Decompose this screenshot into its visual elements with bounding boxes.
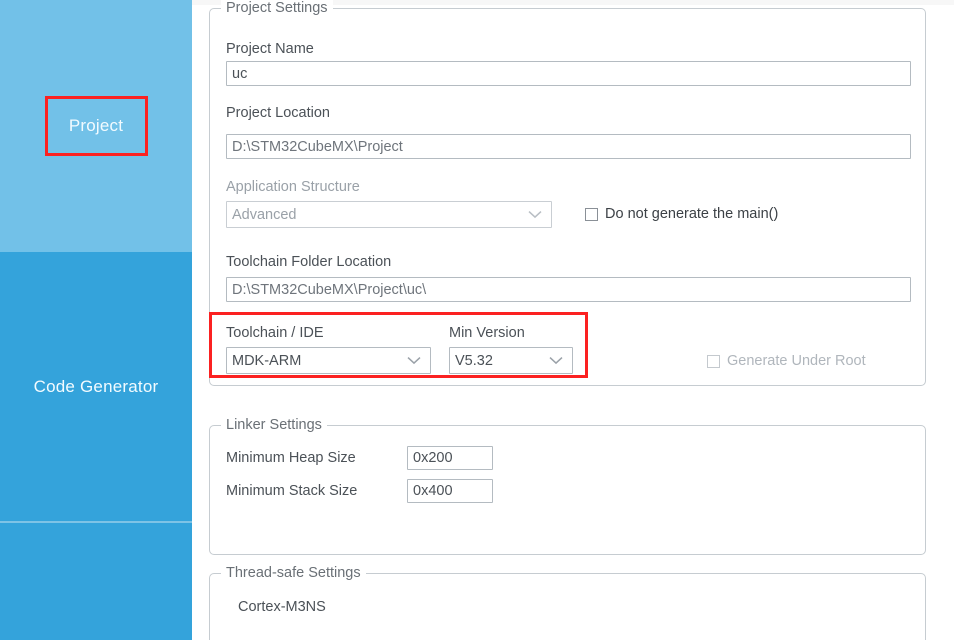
thread-safe-settings-group-title: Thread-safe Settings — [221, 565, 366, 581]
toolchain-folder-location-label: Toolchain Folder Location — [226, 254, 392, 270]
generate-under-root-checkbox: Generate Under Root — [707, 353, 866, 369]
minimum-heap-size-label: Minimum Heap Size — [226, 450, 356, 466]
linker-settings-group: Linker Settings Minimum Heap Size 0x200 … — [209, 417, 926, 555]
thread-safe-core-label: Cortex-M3NS — [238, 599, 326, 615]
chevron-down-icon — [528, 210, 542, 219]
application-structure-dropdown[interactable]: Advanced — [226, 201, 552, 228]
toolchain-folder-location-input[interactable]: D:\STM32CubeMX\Project\uc\ — [226, 277, 911, 302]
checkbox-box — [707, 354, 720, 368]
project-settings-group-title: Project Settings — [221, 0, 333, 16]
project-name-input[interactable]: uc — [226, 61, 911, 86]
toolchain-ide-value: MDK-ARM — [232, 352, 302, 369]
content-panel: Project Settings Project Name uc Project… — [192, 0, 954, 640]
do-not-generate-main-checkbox[interactable]: Do not generate the main() — [585, 206, 778, 222]
chevron-down-icon — [407, 356, 421, 365]
sidebar-item-project-label: Project — [68, 116, 124, 135]
toolchain-ide-dropdown[interactable]: MDK-ARM — [226, 347, 431, 374]
project-settings-group: Project Settings Project Name uc Project… — [209, 0, 926, 386]
linker-settings-group-title: Linker Settings — [221, 417, 327, 433]
sidebar-item-code-generator[interactable]: Code Generator — [0, 252, 192, 522]
checkbox-box — [585, 207, 598, 221]
application-structure-value: Advanced — [232, 206, 297, 223]
minimum-stack-size-label: Minimum Stack Size — [226, 483, 358, 499]
project-settings-screen: Project Code Generator Project Settings … — [0, 0, 954, 640]
min-version-label: Min Version — [449, 325, 525, 341]
minimum-stack-size-input[interactable]: 0x400 — [407, 479, 493, 503]
thread-safe-settings-group: Thread-safe Settings Cortex-M3NS — [209, 565, 926, 640]
minimum-heap-size-input[interactable]: 0x200 — [407, 446, 493, 470]
sidebar: Project Code Generator — [0, 0, 192, 640]
project-location-input[interactable]: D:\STM32CubeMX\Project — [226, 134, 911, 159]
toolchain-ide-label: Toolchain / IDE — [226, 325, 324, 341]
sidebar-item-code-generator-label: Code Generator — [33, 377, 159, 396]
project-name-label: Project Name — [226, 41, 314, 57]
generate-under-root-label: Generate Under Root — [727, 353, 866, 369]
chevron-down-icon — [549, 356, 563, 365]
project-location-label: Project Location — [226, 105, 330, 121]
min-version-dropdown[interactable]: V5.32 — [449, 347, 573, 374]
application-structure-label: Application Structure — [226, 179, 360, 195]
sidebar-item-advanced-settings[interactable] — [0, 523, 192, 640]
do-not-generate-main-label: Do not generate the main() — [605, 206, 779, 222]
sidebar-item-project[interactable]: Project — [0, 0, 192, 252]
min-version-value: V5.32 — [455, 352, 493, 369]
